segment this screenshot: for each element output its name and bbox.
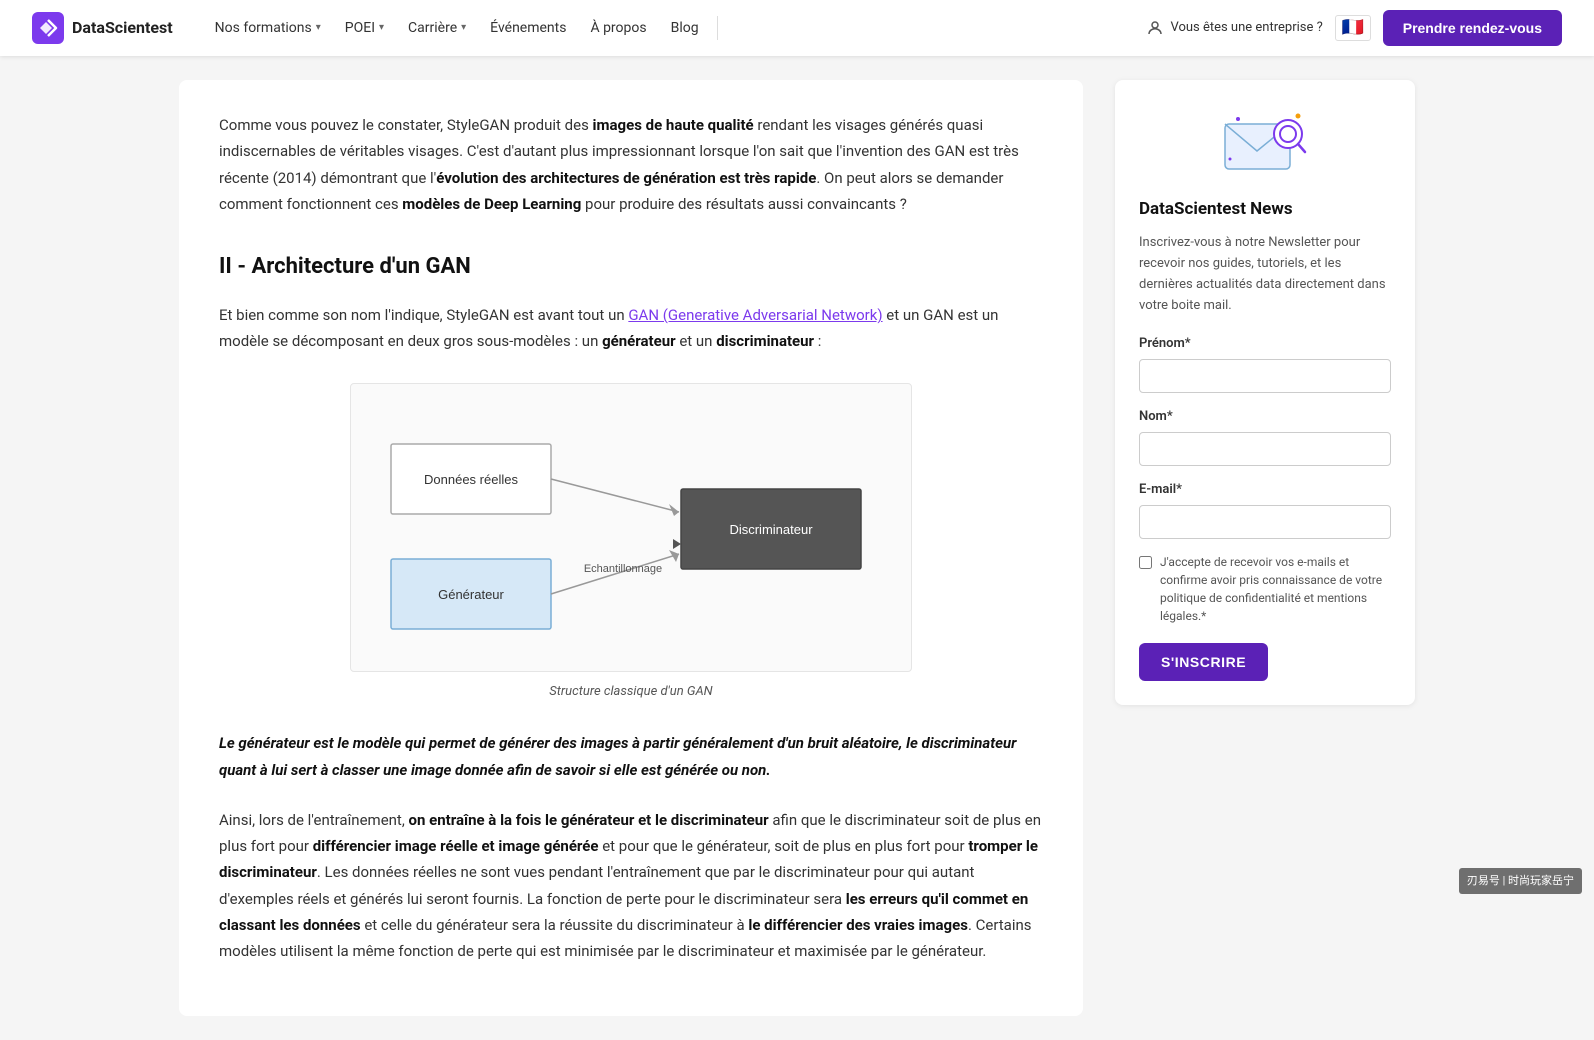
bold-differencier-vraies: le différencier des vraies images	[748, 916, 968, 934]
prenom-label: Prénom*	[1139, 334, 1391, 355]
section-heading-gan: II - Architecture d'un GAN	[219, 249, 1043, 284]
chevron-down-icon: ▾	[316, 20, 321, 36]
nav-links: Nos formations ▾ POEI ▾ Carrière ▾ Événe…	[205, 11, 1147, 45]
intro-paragraph: Comme vous pouvez le constater, StyleGAN…	[219, 112, 1043, 217]
nav-carriere[interactable]: Carrière ▾	[398, 11, 476, 45]
flag-emoji: 🇫🇷	[1342, 15, 1364, 41]
svg-text:Echantillonnage: Echantillonnage	[584, 563, 662, 575]
newsletter-icon	[1220, 104, 1310, 184]
bold-differencier: différencier image réelle et image génér…	[313, 837, 599, 855]
page-layout: Comme vous pouvez le constater, StyleGAN…	[147, 56, 1447, 1040]
nav-nos-formations[interactable]: Nos formations ▾	[205, 11, 331, 45]
bold-discriminateur: discriminateur	[716, 332, 814, 350]
gan-diagram-container: Données réelles Générateur Discriminateu…	[219, 383, 1043, 703]
nav-poei-label: POEI	[345, 17, 375, 39]
navbar: DataScientest Nos formations ▾ POEI ▾ Ca…	[0, 0, 1594, 56]
navbar-right: Vous êtes une entreprise ? 🇫🇷 Prendre re…	[1146, 10, 1562, 46]
callout-text: Le générateur est le modèle qui permet d…	[219, 734, 1016, 778]
nav-carriere-label: Carrière	[408, 17, 457, 39]
gan-link[interactable]: GAN (Generative Adversarial Network)	[628, 306, 882, 324]
enterprise-link[interactable]: Vous êtes une entreprise ?	[1146, 18, 1322, 39]
chevron-down-icon: ▾	[379, 20, 384, 36]
bold-generateur: générateur	[602, 332, 676, 350]
nav-nos-formations-label: Nos formations	[215, 17, 312, 39]
newsletter-icon-wrap	[1139, 104, 1391, 184]
newsletter-desc: Inscrivez-vous à notre Newsletter pour r…	[1139, 233, 1391, 316]
newsletter-card: DataScientest News Inscrivez-vous à notr…	[1115, 80, 1415, 705]
nav-poei[interactable]: POEI ▾	[335, 11, 394, 45]
paragraph-gan-intro: Et bien comme son nom l'indique, StyleGA…	[219, 302, 1043, 355]
prenom-input[interactable]	[1139, 359, 1391, 393]
consent-row: J'accepte de recevoir vos e-mails et con…	[1139, 553, 1391, 625]
bold-modeles-dl: modèles de Deep Learning	[402, 195, 581, 213]
chevron-down-icon: ▾	[461, 20, 466, 36]
email-input[interactable]	[1139, 505, 1391, 539]
watermark: 刃易号 | 时尚玩家岳宁	[1459, 868, 1582, 894]
nom-label: Nom*	[1139, 407, 1391, 428]
svg-text:Données réelles: Données réelles	[424, 472, 518, 487]
bold-images-haute-qualite: images de haute qualité	[593, 116, 754, 134]
nav-evenements-label: Événements	[490, 17, 566, 39]
person-icon	[1146, 19, 1164, 37]
svg-text:Générateur: Générateur	[438, 587, 504, 602]
sidebar: DataScientest News Inscrivez-vous à notr…	[1115, 80, 1415, 1016]
consent-checkbox[interactable]	[1139, 556, 1152, 569]
diagram-svg-wrap: Données réelles Générateur Discriminateu…	[350, 383, 912, 672]
cta-button[interactable]: Prendre rendez-vous	[1383, 10, 1562, 46]
nav-evenements[interactable]: Événements	[480, 11, 576, 45]
bold-entraine: on entraîne à la fois le générateur et l…	[409, 811, 769, 829]
subscribe-button[interactable]: S'INSCRIRE	[1139, 643, 1268, 681]
nav-blog[interactable]: Blog	[661, 11, 709, 45]
diagram-caption: Structure classique d'un GAN	[549, 682, 712, 703]
logo[interactable]: DataScientest	[32, 12, 173, 44]
article: Comme vous pouvez le constater, StyleGAN…	[179, 80, 1083, 1016]
nav-blog-label: Blog	[671, 17, 699, 39]
language-flag[interactable]: 🇫🇷	[1335, 15, 1371, 41]
newsletter-title: DataScientest News	[1139, 196, 1391, 223]
nav-a-propos-label: À propos	[590, 17, 646, 39]
svg-text:Discriminateur: Discriminateur	[729, 522, 813, 537]
logo-text: DataScientest	[72, 15, 173, 41]
enterprise-label: Vous êtes une entreprise ?	[1170, 18, 1322, 39]
email-label: E-mail*	[1139, 480, 1391, 501]
callout-paragraph: Le générateur est le modèle qui permet d…	[219, 730, 1043, 783]
nav-divider	[717, 16, 718, 40]
consent-label: J'accepte de recevoir vos e-mails et con…	[1160, 553, 1391, 625]
nav-a-propos[interactable]: À propos	[580, 11, 656, 45]
gan-diagram: Données réelles Générateur Discriminateu…	[371, 404, 891, 644]
logo-icon	[32, 12, 64, 44]
training-paragraph: Ainsi, lors de l'entraînement, on entraî…	[219, 807, 1043, 965]
bold-evolution: évolution des architectures de génératio…	[436, 169, 816, 187]
nom-input[interactable]	[1139, 432, 1391, 466]
